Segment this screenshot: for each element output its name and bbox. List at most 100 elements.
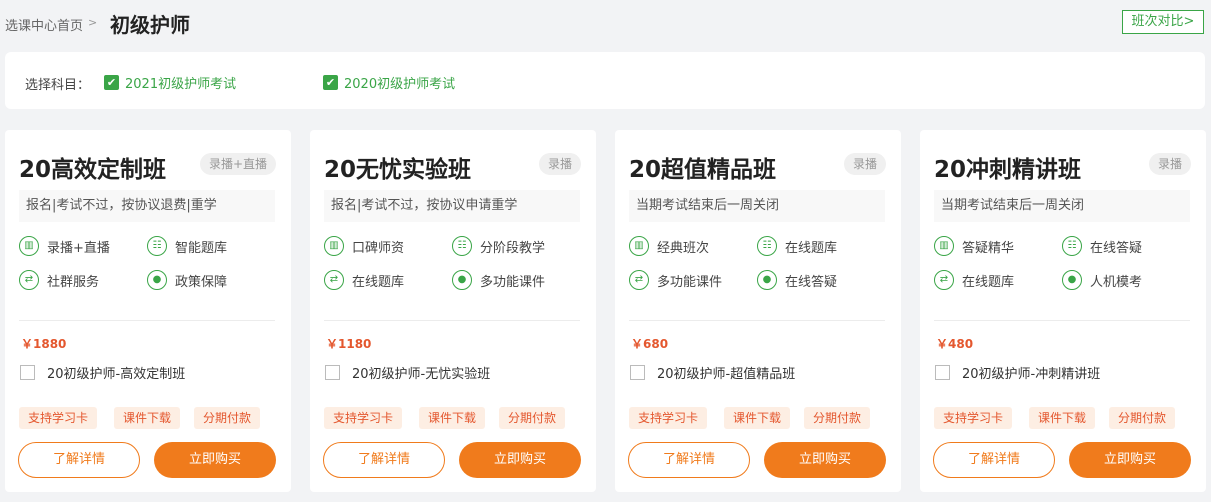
feature-item: ⇄ 在线题库 bbox=[934, 270, 1014, 290]
feature-item: ▥ 答疑精华 bbox=[934, 236, 1014, 256]
perk-badge: 支持学习卡 bbox=[629, 407, 708, 429]
price: ￥1880 bbox=[21, 337, 67, 351]
feature-item: ● 多功能课件 bbox=[452, 270, 545, 290]
buy-now-button[interactable]: 立即购买 bbox=[154, 442, 276, 478]
perk-badge: 课件下载 bbox=[1029, 407, 1096, 429]
refresh-icon: ⇄ bbox=[324, 270, 344, 290]
class-card-1: 20高效定制班 录播+直播 报名|考试不过，按协议退费|重学 ▥ 录播+直播 ☷… bbox=[5, 130, 291, 492]
feature-label: 多功能课件 bbox=[480, 274, 546, 290]
card-title: 20冲刺精讲班 bbox=[934, 157, 1082, 183]
feature-label: 在线题库 bbox=[352, 274, 405, 290]
feature-label: 智能题库 bbox=[175, 240, 228, 256]
team-icon: ☷ bbox=[452, 236, 472, 256]
subject-filter: 选择科目： ✔ 2021初级护师考试 ✔ 2020初级护师考试 bbox=[5, 52, 1205, 109]
product-name: 20初级护师-超值精品班 bbox=[657, 367, 796, 382]
price: ￥1180 bbox=[326, 337, 372, 351]
feature-item: ▥ 经典班次 bbox=[629, 236, 709, 256]
buy-now-button[interactable]: 立即购买 bbox=[459, 442, 581, 478]
feature-label: 在线题库 bbox=[962, 274, 1015, 290]
perk-badge: 支持学习卡 bbox=[19, 407, 98, 429]
perk-badge: 课件下载 bbox=[724, 407, 791, 429]
user-icon: ● bbox=[757, 270, 777, 290]
subject-label: 2021初级护师考试 bbox=[125, 77, 237, 92]
perk-badge: 分期付款 bbox=[499, 407, 566, 429]
building-icon: ▥ bbox=[934, 236, 954, 256]
product-select[interactable]: 20初级护师-无忧实验班 bbox=[325, 363, 490, 382]
card-title: 20高效定制班 bbox=[19, 157, 167, 183]
team-icon: ☷ bbox=[1062, 236, 1082, 256]
page-title: 初级护师 bbox=[110, 13, 190, 37]
buy-now-button[interactable]: 立即购买 bbox=[764, 442, 886, 478]
feature-label: 口碑师资 bbox=[352, 240, 405, 256]
price: ￥480 bbox=[936, 337, 974, 351]
learn-more-button[interactable]: 了解详情 bbox=[933, 442, 1055, 478]
refresh-icon: ⇄ bbox=[629, 270, 649, 290]
card-note: 当期考试结束后一周关闭 bbox=[934, 190, 1190, 222]
feature-item: ● 在线答疑 bbox=[757, 270, 837, 290]
divider bbox=[19, 320, 275, 321]
feature-label: 分阶段教学 bbox=[480, 240, 546, 256]
class-card-2: 20无忧实验班 录播 报名|考试不过，按协议申请重学 ▥ 口碑师资 ☷ 分阶段教… bbox=[310, 130, 596, 492]
perk-badge: 课件下载 bbox=[114, 407, 181, 429]
building-icon: ▥ bbox=[19, 236, 39, 256]
perk-badge: 支持学习卡 bbox=[934, 407, 1013, 429]
class-card-4: 20冲刺精讲班 录播 当期考试结束后一周关闭 ▥ 答疑精华 ☷ 在线答疑 ⇄ 在… bbox=[920, 130, 1206, 492]
feature-label: 在线答疑 bbox=[785, 274, 838, 290]
perk-badge: 分期付款 bbox=[194, 407, 261, 429]
perk-badge: 课件下载 bbox=[419, 407, 486, 429]
user-icon: ● bbox=[1062, 270, 1082, 290]
compare-classes-button[interactable]: 班次对比> bbox=[1122, 10, 1204, 34]
learn-more-button[interactable]: 了解详情 bbox=[18, 442, 140, 478]
feature-item: ☷ 在线题库 bbox=[757, 236, 837, 256]
building-icon: ▥ bbox=[324, 236, 344, 256]
feature-label: 答疑精华 bbox=[962, 240, 1015, 256]
price: ￥680 bbox=[631, 337, 669, 351]
divider bbox=[324, 320, 580, 321]
subject-option-2021[interactable]: ✔ 2021初级护师考试 bbox=[104, 73, 236, 92]
card-title: 20无忧实验班 bbox=[324, 157, 472, 183]
product-select[interactable]: 20初级护师-高效定制班 bbox=[20, 363, 185, 382]
card-tag: 录播 bbox=[843, 153, 886, 175]
team-icon: ☷ bbox=[757, 236, 777, 256]
product-select[interactable]: 20初级护师-超值精品班 bbox=[630, 363, 795, 382]
card-tag: 录播+直播 bbox=[199, 153, 276, 175]
product-name: 20初级护师-冲刺精讲班 bbox=[962, 367, 1101, 382]
feature-item: ⇄ 在线题库 bbox=[324, 270, 404, 290]
feature-item: ⇄ 多功能课件 bbox=[629, 270, 722, 290]
subject-option-2020[interactable]: ✔ 2020初级护师考试 bbox=[323, 73, 455, 92]
checkbox-checked-icon[interactable]: ✔ bbox=[323, 75, 338, 90]
top-bar: 选课中心首页 > 初级护师 班次对比> bbox=[0, 0, 1211, 44]
filter-label: 选择科目： bbox=[25, 78, 91, 93]
breadcrumb-separator: > bbox=[88, 16, 98, 29]
feature-item: ▥ 录播+直播 bbox=[19, 236, 110, 256]
class-card-3: 20超值精品班 录播 当期考试结束后一周关闭 ▥ 经典班次 ☷ 在线题库 ⇄ 多… bbox=[615, 130, 901, 492]
team-icon: ☷ bbox=[147, 236, 167, 256]
card-tag: 录播 bbox=[538, 153, 581, 175]
product-select[interactable]: 20初级护师-冲刺精讲班 bbox=[935, 363, 1100, 382]
feature-item: ● 政策保障 bbox=[147, 270, 227, 290]
breadcrumb-home[interactable]: 选课中心首页 bbox=[5, 15, 83, 34]
checkbox[interactable] bbox=[20, 365, 35, 380]
feature-item: ☷ 智能题库 bbox=[147, 236, 227, 256]
feature-item: ☷ 在线答疑 bbox=[1062, 236, 1142, 256]
learn-more-button[interactable]: 了解详情 bbox=[323, 442, 445, 478]
product-name: 20初级护师-高效定制班 bbox=[47, 367, 186, 382]
feature-label: 在线答疑 bbox=[1090, 240, 1143, 256]
buy-now-button[interactable]: 立即购买 bbox=[1069, 442, 1191, 478]
building-icon: ▥ bbox=[629, 236, 649, 256]
card-note: 报名|考试不过，按协议申请重学 bbox=[324, 190, 580, 222]
checkbox[interactable] bbox=[935, 365, 950, 380]
card-tag: 录播 bbox=[1148, 153, 1191, 175]
feature-label: 录播+直播 bbox=[47, 240, 110, 256]
feature-label: 政策保障 bbox=[175, 274, 228, 290]
refresh-icon: ⇄ bbox=[934, 270, 954, 290]
user-icon: ● bbox=[452, 270, 472, 290]
checkbox[interactable] bbox=[630, 365, 645, 380]
divider bbox=[629, 320, 885, 321]
checkbox-checked-icon[interactable]: ✔ bbox=[104, 75, 119, 90]
checkbox[interactable] bbox=[325, 365, 340, 380]
learn-more-button[interactable]: 了解详情 bbox=[628, 442, 750, 478]
perk-badge: 分期付款 bbox=[804, 407, 871, 429]
feature-label: 人机模考 bbox=[1090, 274, 1143, 290]
feature-label: 多功能课件 bbox=[657, 274, 723, 290]
